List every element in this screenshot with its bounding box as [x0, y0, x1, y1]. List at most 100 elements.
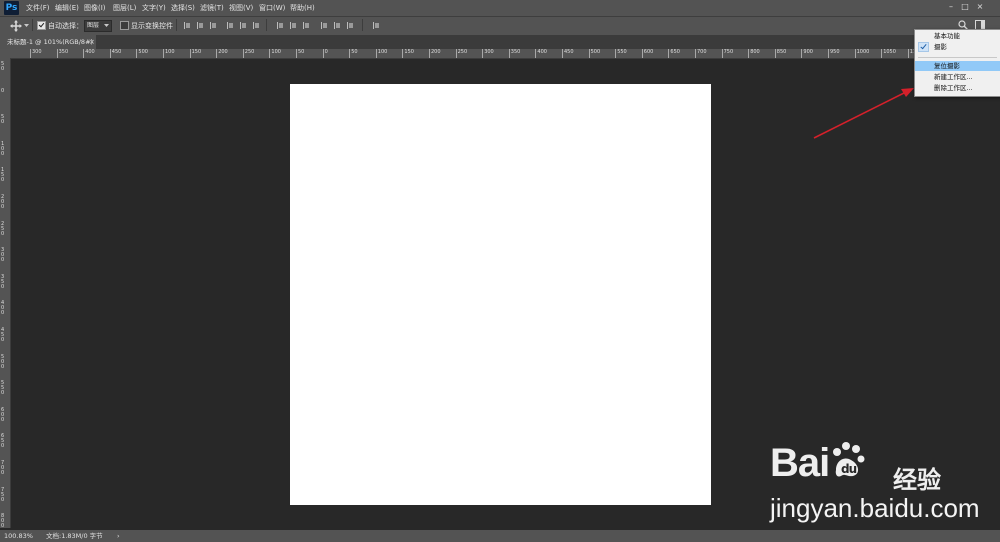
ruler-h-label: 750 [723, 49, 734, 55]
layer-select-dropdown[interactable]: 图层 [84, 20, 112, 32]
distribute-horizontal-center-icon[interactable] [333, 21, 341, 30]
paw-icon: du [833, 442, 865, 477]
ruler-v-label: 100 [1, 140, 5, 157]
ruler-origin[interactable] [0, 49, 10, 58]
horizontal-ruler[interactable]: 300 350 400 450 500 100 150 200 250 100 50 0 50 100 15… [10, 49, 1000, 59]
auto-select-checkbox[interactable] [37, 21, 46, 30]
distribute-left-icon[interactable] [320, 21, 328, 30]
vertical-ruler[interactable]: 50 0 50 100 150 200 250 300 350 400 450 500 550 600 65… [0, 58, 11, 528]
ruler-h-label: 400 [537, 49, 547, 55]
ruler-h-tick [189, 49, 191, 58]
align-vertical-center-icon[interactable] [196, 21, 204, 30]
maximize-button[interactable]: □ [960, 2, 970, 12]
ruler-h-label: 500 [138, 49, 148, 55]
ruler-h-label: 100 [271, 49, 281, 55]
ruler-h-tick [30, 49, 31, 58]
ruler-h-label: 900 [803, 49, 813, 55]
ruler-h-tick [854, 49, 856, 58]
align-top-icon[interactable] [183, 21, 191, 30]
ruler-h-label: 1050 [883, 49, 896, 55]
zoom-level[interactable]: 100.83% [4, 530, 33, 542]
ruler-h-tick [695, 49, 696, 58]
menu-view[interactable]: 视图(V) [229, 2, 253, 14]
menu-item-new-workspace[interactable]: 新建工作区... [915, 72, 1000, 82]
document-canvas[interactable] [290, 84, 711, 505]
ruler-h-tick [615, 49, 617, 58]
menu-item-photography[interactable]: 摄影 [915, 42, 1000, 52]
menu-item-label: 删除工作区... [934, 84, 973, 92]
align-horizontal-center-icon[interactable] [239, 21, 247, 30]
ruler-h-tick [375, 49, 377, 58]
ruler-h-label: 700 [697, 49, 707, 55]
ruler-h-tick [296, 49, 297, 58]
distribute-top-icon[interactable] [276, 21, 284, 30]
document-tab-bar: 未标题-1 @ 101%(RGB/8#) × [0, 35, 1000, 49]
menu-divider [918, 57, 997, 58]
ruler-h-tick [828, 49, 829, 58]
document-size: 文档:1.83M/0 字节 [46, 532, 103, 540]
ruler-h-tick [748, 49, 750, 58]
ruler-v-label: 350 [1, 273, 5, 290]
ruler-v-label: 0 [1, 87, 5, 94]
ruler-h-tick [109, 49, 111, 58]
minimize-button[interactable]: – [946, 2, 956, 12]
ruler-h-label: 150 [191, 49, 202, 55]
close-window-button[interactable]: × [975, 2, 985, 12]
ruler-h-tick [83, 49, 85, 58]
ruler-h-label: 850 [776, 49, 787, 55]
ruler-h-tick [322, 49, 324, 58]
auto-align-layers-icon[interactable] [372, 21, 380, 30]
distribute-right-icon[interactable] [346, 21, 354, 30]
chevron-down-icon[interactable] [24, 24, 29, 28]
ruler-h-label: 100 [165, 49, 175, 55]
ruler-v-label: 50 [1, 61, 5, 72]
align-right-icon[interactable] [252, 21, 260, 30]
menu-select[interactable]: 选择(S) [171, 2, 195, 14]
align-left-icon[interactable] [226, 21, 234, 30]
menu-image[interactable]: 图像(I) [84, 2, 106, 14]
check-icon [918, 42, 929, 52]
status-expand-arrow[interactable]: › [117, 530, 120, 542]
distribute-vertical-center-icon[interactable] [289, 21, 297, 30]
distribute-bottom-icon[interactable] [302, 21, 310, 30]
ruler-h-tick [349, 49, 351, 58]
ruler-h-label: 450 [564, 49, 574, 55]
ruler-v-label: 150 [1, 167, 5, 184]
transform-controls-checkbox[interactable] [120, 21, 129, 30]
ruler-h-label: 350 [510, 49, 521, 55]
workspace-menu: 基本功能 摄影 复位摄影 新建工作区... 删除工作区... [914, 29, 1000, 97]
menu-file[interactable]: 文件(F) [26, 2, 50, 14]
ruler-h-tick [588, 49, 590, 58]
menu-item-label: 基本功能 [934, 32, 960, 40]
ruler-v-label: 300 [1, 247, 5, 264]
menu-item-reset-photography[interactable]: 复位摄影 [915, 61, 1000, 71]
svg-text:du: du [841, 462, 857, 476]
ruler-h-tick [508, 49, 510, 58]
ruler-v-label: 750 [1, 486, 5, 503]
ruler-v-label: 600 [1, 406, 5, 423]
move-tool-icon[interactable] [10, 20, 22, 32]
menu-window[interactable]: 窗口(W) [259, 2, 285, 14]
baidu-watermark-logo: Bai du [770, 440, 865, 486]
options-bar: 自动选择： 图层 显示变换控件 [0, 16, 1000, 36]
menu-item-essentials[interactable]: 基本功能 [915, 31, 1000, 41]
ruler-h-label: 400 [85, 49, 95, 55]
menu-help[interactable]: 帮助(H) [290, 2, 315, 14]
ruler-h-label: 50 [351, 49, 358, 55]
menu-edit[interactable]: 编辑(E) [55, 2, 79, 14]
ruler-h-tick [668, 49, 670, 58]
baidu-watermark-jingyan: 经验 [893, 466, 941, 494]
align-bottom-icon[interactable] [209, 21, 217, 30]
menu-item-delete-workspace[interactable]: 删除工作区... [915, 83, 1000, 93]
ruler-h-label: 150 [404, 49, 414, 55]
ruler-h-tick [269, 49, 271, 58]
document-tab[interactable]: 未标题-1 @ 101%(RGB/8#) [0, 35, 96, 49]
menu-filter[interactable]: 滤镜(T) [200, 2, 224, 14]
ruler-h-label: 950 [830, 49, 840, 55]
ruler-h-label: 800 [750, 49, 760, 55]
close-tab-icon[interactable]: × [89, 35, 95, 49]
menu-layer[interactable]: 图层(L) [113, 2, 136, 14]
baidu-watermark-url: jingyan.baidu.com [770, 493, 980, 523]
ruler-h-label: 350 [58, 49, 69, 55]
menu-type[interactable]: 文字(Y) [142, 2, 166, 14]
